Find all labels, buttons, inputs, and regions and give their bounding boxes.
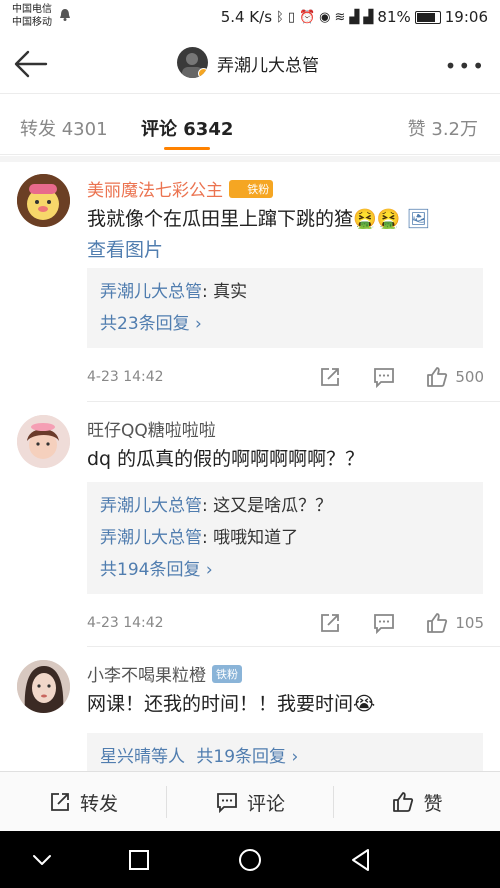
thumbs-up-icon bbox=[393, 792, 414, 812]
recent-apps-icon[interactable] bbox=[126, 847, 152, 873]
status-bar: 中国电信 中国移动 5.4 K/s ᛒ ▯ ⏰ ◉ ≋ ▟ ▟ 81% 19:0… bbox=[0, 0, 500, 34]
image-icon[interactable]: 🖼 bbox=[406, 208, 430, 230]
comment-meta: 4-23 14:42 105 bbox=[87, 611, 484, 637]
vibrate-icon: ▯ bbox=[287, 9, 295, 25]
bluetooth-icon: ᛒ bbox=[276, 9, 284, 25]
network-speed: 5.4 K/s bbox=[220, 8, 273, 26]
signal-4g-icon: ▟ bbox=[349, 9, 360, 25]
hide-keyboard-icon[interactable] bbox=[29, 847, 55, 873]
comment-meta: 4-23 14:42 500 bbox=[87, 365, 484, 391]
commenter-name-text[interactable]: 旺仔QQ糖啦啦啦 bbox=[87, 416, 216, 441]
more-options-icon[interactable]: ••• bbox=[445, 54, 486, 78]
verified-badge-icon bbox=[198, 68, 208, 78]
commenter-name-text[interactable]: 美丽魔法七彩公主 bbox=[87, 176, 223, 201]
carrier-1: 中国电信 bbox=[12, 4, 52, 15]
tab-comment[interactable]: 评论 6342 bbox=[141, 115, 233, 141]
commenter-name[interactable]: 小李不喝果粒橙 铁粉 bbox=[87, 661, 242, 686]
avatar[interactable] bbox=[17, 415, 70, 468]
tab-repost[interactable]: 转发 4301 bbox=[20, 115, 108, 141]
more-replies-link[interactable]: 共23条回复 › bbox=[100, 308, 470, 340]
comment-body: 网课！还我的时间！！我要时间😭 bbox=[87, 693, 376, 715]
more-replies-link[interactable]: 共194条回复 › bbox=[100, 554, 470, 586]
comment-text: 网课！还我的时间！！我要时间😭 bbox=[87, 689, 484, 720]
comment-label: 评论 bbox=[246, 792, 285, 815]
wifi-icon: ≋ bbox=[334, 9, 346, 25]
battery-percent: 81% bbox=[377, 8, 411, 26]
page-title: 弄潮儿大总管 bbox=[217, 56, 319, 76]
comment-body: 我就像个在瓜田里上蹿下跳的猹🤮🤮 bbox=[87, 208, 401, 230]
avatar[interactable] bbox=[17, 174, 70, 227]
reply-line: 弄潮儿大总管: 真实 bbox=[100, 276, 470, 308]
status-right: 5.4 K/s ᛒ ▯ ⏰ ◉ ≋ ▟ ▟ 81% 19:06 bbox=[221, 8, 488, 26]
signal-2g-icon: ▟ bbox=[363, 9, 374, 25]
comment-icon[interactable] bbox=[372, 611, 396, 635]
share-icon[interactable] bbox=[318, 365, 342, 389]
active-tab-indicator bbox=[164, 147, 210, 150]
reply-text: : 这又是啥瓜？？ bbox=[202, 496, 333, 516]
like-label: 赞 bbox=[423, 792, 443, 815]
reply-author[interactable]: 弄潮儿大总管 bbox=[100, 282, 202, 302]
like-count: 105 bbox=[455, 614, 484, 632]
bottom-action-bar: 转发 评论 赞 bbox=[0, 771, 500, 831]
comment-item: 旺仔QQ糖啦啦啦 dq 的瓜真的假的啊啊啊啊啊？？ 弄潮儿大总管: 这又是啥瓜？… bbox=[0, 402, 500, 646]
comment-icon bbox=[217, 793, 237, 814]
reply-participants[interactable]: 星兴晴等人 bbox=[100, 747, 185, 767]
commenter-name[interactable]: 旺仔QQ糖啦啦啦 bbox=[87, 416, 216, 441]
reply-line: 弄潮儿大总管: 哦哦知道了 bbox=[100, 522, 470, 554]
comment-time: 4-23 14:42 bbox=[87, 615, 164, 631]
tab-bar: 转发 4301 评论 6342 赞 3.2万 bbox=[0, 95, 500, 155]
comment-button[interactable]: 评论 bbox=[167, 772, 333, 832]
back-arrow-icon[interactable] bbox=[14, 49, 48, 79]
commenter-name[interactable]: 美丽魔法七彩公主 ♛ 铁粉 bbox=[87, 176, 274, 201]
battery-icon bbox=[414, 10, 441, 24]
thumbs-up-icon[interactable] bbox=[425, 611, 449, 635]
alarm-icon: ⏰ bbox=[298, 9, 316, 25]
share-icon bbox=[51, 793, 69, 811]
fan-badge: 铁粉 bbox=[212, 664, 242, 683]
comment-item: 美丽魔法七彩公主 ♛ 铁粉 我就像个在瓜田里上蹿下跳的猹🤮🤮 🖼 查看图片 弄潮… bbox=[0, 162, 500, 402]
like-button[interactable]: 赞 bbox=[334, 772, 500, 832]
avatar[interactable] bbox=[17, 660, 70, 713]
comment-time: 4-23 14:42 bbox=[87, 369, 164, 385]
system-nav-bar bbox=[0, 831, 500, 888]
comment-item: 小李不喝果粒橙 铁粉 网课！还我的时间！！我要时间😭 星兴晴等人 共19条回复 … bbox=[0, 647, 500, 771]
repost-label: 转发 bbox=[79, 792, 118, 815]
notification-bell-icon bbox=[60, 9, 70, 21]
crown-icon: ♛ bbox=[233, 181, 244, 196]
fan-badge-label: 铁粉 bbox=[247, 182, 270, 196]
reply-line: 弄潮儿大总管: 这又是啥瓜？？ bbox=[100, 490, 470, 522]
reply-author[interactable]: 弄潮儿大总管 bbox=[100, 496, 202, 516]
like-count: 500 bbox=[455, 368, 484, 386]
fan-badge: ♛ 铁粉 bbox=[229, 179, 274, 198]
tab-like[interactable]: 赞 3.2万 bbox=[408, 115, 478, 141]
clock: 19:06 bbox=[444, 8, 488, 26]
carrier-2: 中国移动 bbox=[12, 17, 52, 28]
comment-text: dq 的瓜真的假的啊啊啊啊啊？？ bbox=[87, 444, 484, 475]
comment-text: 我就像个在瓜田里上蹿下跳的猹🤮🤮 🖼 查看图片 bbox=[87, 204, 484, 266]
commenter-name-text[interactable]: 小李不喝果粒橙 bbox=[87, 661, 206, 686]
reply-line: 星兴晴等人 共19条回复 › bbox=[100, 741, 470, 771]
comment-icon[interactable] bbox=[372, 365, 396, 389]
carrier-info: 中国电信 中国移动 bbox=[12, 3, 52, 29]
thumbs-up-icon[interactable] bbox=[425, 365, 449, 389]
reply-box: 弄潮儿大总管: 这又是啥瓜？？ 弄潮儿大总管: 哦哦知道了 共194条回复 › bbox=[87, 482, 483, 594]
header-avatar[interactable] bbox=[177, 47, 208, 78]
reply-text: : 哦哦知道了 bbox=[202, 528, 299, 548]
comment-body: dq 的瓜真的假的啊啊啊啊啊？？ bbox=[87, 448, 365, 470]
back-nav-icon[interactable] bbox=[348, 847, 374, 873]
more-replies-link[interactable]: 共19条回复 › bbox=[196, 747, 298, 767]
share-icon[interactable] bbox=[318, 611, 342, 635]
repost-button[interactable]: 转发 bbox=[0, 772, 166, 832]
reply-text: : 真实 bbox=[202, 282, 248, 302]
view-image-link[interactable]: 查看图片 bbox=[87, 239, 163, 261]
home-icon[interactable] bbox=[237, 847, 263, 873]
reply-box: 星兴晴等人 共19条回复 › bbox=[87, 733, 483, 771]
top-header: 弄潮儿大总管 ••• bbox=[0, 34, 500, 94]
reply-author[interactable]: 弄潮儿大总管 bbox=[100, 528, 202, 548]
eye-icon: ◉ bbox=[319, 9, 331, 25]
reply-box: 弄潮儿大总管: 真实 共23条回复 › bbox=[87, 268, 483, 348]
